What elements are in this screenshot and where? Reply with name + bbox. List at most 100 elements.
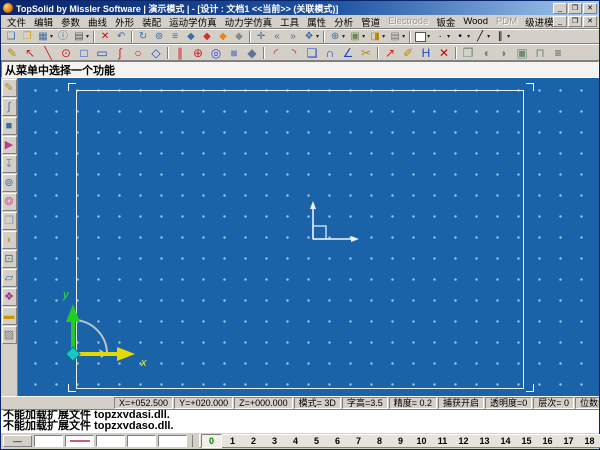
- refresh-button[interactable]: ↻: [135, 30, 151, 43]
- current-color-button[interactable]: ▾: [413, 30, 432, 43]
- next-view-button[interactable]: »: [285, 30, 301, 43]
- page-tab-6[interactable]: 6: [327, 435, 348, 447]
- menu-item-dynamics[interactable]: 动力学仿真: [221, 15, 277, 29]
- menu-item-assembly[interactable]: 装配: [138, 15, 165, 29]
- render-image-button[interactable]: ▣ ▾: [347, 30, 367, 43]
- mdi-minimize-button[interactable]: _: [553, 16, 567, 27]
- close-button[interactable]: ✕: [583, 2, 597, 14]
- render-image-dropdown-arrow-icon[interactable]: ▾: [362, 33, 365, 40]
- bill-of-material-button[interactable]: ≡: [167, 30, 183, 43]
- page-tab-11[interactable]: 11: [432, 435, 453, 447]
- menu-item-tools[interactable]: 工具: [276, 15, 303, 29]
- plot-button[interactable]: ▤ ▾: [387, 30, 407, 43]
- circle-center-button[interactable]: ⊙: [57, 45, 75, 60]
- sketch-button[interactable]: ✎: [3, 45, 21, 60]
- shaded-cube-button[interactable]: ■: [225, 45, 243, 60]
- line-segment-button[interactable]: ╲: [39, 45, 57, 60]
- boolean-button[interactable]: ⊓: [531, 45, 549, 60]
- page-tab-15[interactable]: 15: [516, 435, 537, 447]
- save-dropdown-arrow-icon[interactable]: ▾: [50, 33, 53, 40]
- menu-item-shape[interactable]: 外形: [111, 15, 138, 29]
- dimension-button[interactable]: ↗: [381, 45, 399, 60]
- mdi-restore-button[interactable]: ❐: [568, 16, 582, 27]
- value-field-1[interactable]: [34, 435, 63, 447]
- value-field-4[interactable]: [158, 435, 187, 447]
- page-tab-8[interactable]: 8: [369, 435, 390, 447]
- arc-end-button[interactable]: ◝: [285, 45, 303, 60]
- delete-button[interactable]: ✕: [97, 30, 113, 43]
- materials-button[interactable]: ❂: [1, 193, 17, 211]
- value-field-2[interactable]: [96, 435, 125, 447]
- line-color-preview[interactable]: [65, 435, 94, 447]
- views-button[interactable]: ❖ ▾: [301, 30, 321, 43]
- open-folder-button[interactable]: ❐: [19, 30, 35, 43]
- attribute-blue-button[interactable]: ◆: [183, 30, 199, 43]
- menu-item-parameters[interactable]: 参数: [57, 15, 84, 29]
- point-size-button[interactable]: • ▾: [452, 30, 472, 43]
- current-color-dropdown-arrow-icon[interactable]: ▾: [427, 33, 430, 40]
- attribute-gray-button[interactable]: ◆: [231, 30, 247, 43]
- page-tab-9[interactable]: 9: [390, 435, 411, 447]
- display-mode-dropdown-arrow-icon[interactable]: ▾: [382, 33, 385, 40]
- menu-item-file[interactable]: 文件: [3, 15, 30, 29]
- save-button[interactable]: ▦ ▾: [35, 30, 55, 43]
- magnify-button[interactable]: ⊕ ▾: [327, 30, 347, 43]
- value-field-3[interactable]: [127, 435, 156, 447]
- page-tab-17[interactable]: 17: [558, 435, 579, 447]
- operations-tree-button[interactable]: ≡: [549, 45, 567, 60]
- point-size-dropdown-arrow-icon[interactable]: ▾: [467, 33, 470, 40]
- line-width-dropdown-arrow-icon[interactable]: ▾: [507, 33, 510, 40]
- page-tab-2[interactable]: 2: [243, 435, 264, 447]
- maximize-button[interactable]: ❐: [568, 2, 582, 14]
- rectangle-axes-button[interactable]: ▭: [93, 45, 111, 60]
- page-tab-1[interactable]: 1: [222, 435, 243, 447]
- page-tab-16[interactable]: 16: [537, 435, 558, 447]
- revolve-button[interactable]: ◖: [477, 45, 495, 60]
- mdi-close-button[interactable]: ✕: [583, 16, 597, 27]
- menu-item-sheetmetal[interactable]: 钣金: [432, 15, 459, 29]
- sketch-mode-button[interactable]: ✎: [1, 79, 17, 97]
- rotate-cube-button[interactable]: ◆: [243, 45, 261, 60]
- sweep-button[interactable]: ◗: [495, 45, 513, 60]
- menu-item-kinematics[interactable]: 运动学仿真: [165, 15, 221, 29]
- page-tab-18[interactable]: 18: [579, 435, 600, 447]
- menu-item-curve[interactable]: 曲线: [84, 15, 111, 29]
- point-style-button[interactable]: · ▾: [432, 30, 452, 43]
- edit-element-button[interactable]: ✐: [399, 45, 417, 60]
- display-mode-button[interactable]: ◨ ▾: [367, 30, 387, 43]
- page-tab-12[interactable]: 12: [453, 435, 474, 447]
- drawing-canvas[interactable]: y x: [18, 78, 599, 396]
- rectangle-button[interactable]: □: [75, 45, 93, 60]
- curve-tools-button[interactable]: ∫: [1, 98, 17, 116]
- plot-dropdown-arrow-icon[interactable]: ▾: [402, 33, 405, 40]
- extrude-button[interactable]: ❒: [459, 45, 477, 60]
- menu-item-edit[interactable]: 编辑: [30, 15, 57, 29]
- delete-element-button[interactable]: ✕: [435, 45, 453, 60]
- measure-button[interactable]: ✛: [253, 30, 269, 43]
- menu-item-wood[interactable]: Wood: [459, 16, 492, 27]
- page-tab-13[interactable]: 13: [474, 435, 495, 447]
- assembly-shapes-button[interactable]: ❖: [1, 288, 17, 306]
- smart-pick-button[interactable]: ↖: [21, 45, 39, 60]
- spline-button[interactable]: ∫: [111, 45, 129, 60]
- line-style-button[interactable]: ╱ ▾: [472, 30, 492, 43]
- info-button[interactable]: ⓘ: [55, 30, 71, 43]
- print-button[interactable]: ▤ ▾: [71, 30, 91, 43]
- menu-item-progressive-die[interactable]: 级进模: [521, 15, 553, 29]
- polygon-button[interactable]: ◇: [147, 45, 165, 60]
- previous-view-button[interactable]: «: [269, 30, 285, 43]
- point-style-dropdown-arrow-icon[interactable]: ▾: [447, 33, 450, 40]
- insert-component-button[interactable]: ▶: [1, 136, 17, 154]
- new-document-button[interactable]: ❏: [3, 30, 19, 43]
- arc-start-button[interactable]: ◜: [267, 45, 285, 60]
- ellipse-button[interactable]: ○: [129, 45, 147, 60]
- page-tab-4[interactable]: 4: [285, 435, 306, 447]
- constraint-button[interactable]: H: [417, 45, 435, 60]
- line-style-dropdown-arrow-icon[interactable]: ▾: [487, 33, 490, 40]
- magnify-dropdown-arrow-icon[interactable]: ▾: [342, 33, 345, 40]
- fillet-button[interactable]: ∩: [321, 45, 339, 60]
- texture-button[interactable]: ▨: [1, 326, 17, 344]
- attribute-red-button[interactable]: ◆: [199, 30, 215, 43]
- minimize-button[interactable]: _: [553, 2, 567, 14]
- views-dropdown-arrow-icon[interactable]: ▾: [316, 33, 319, 40]
